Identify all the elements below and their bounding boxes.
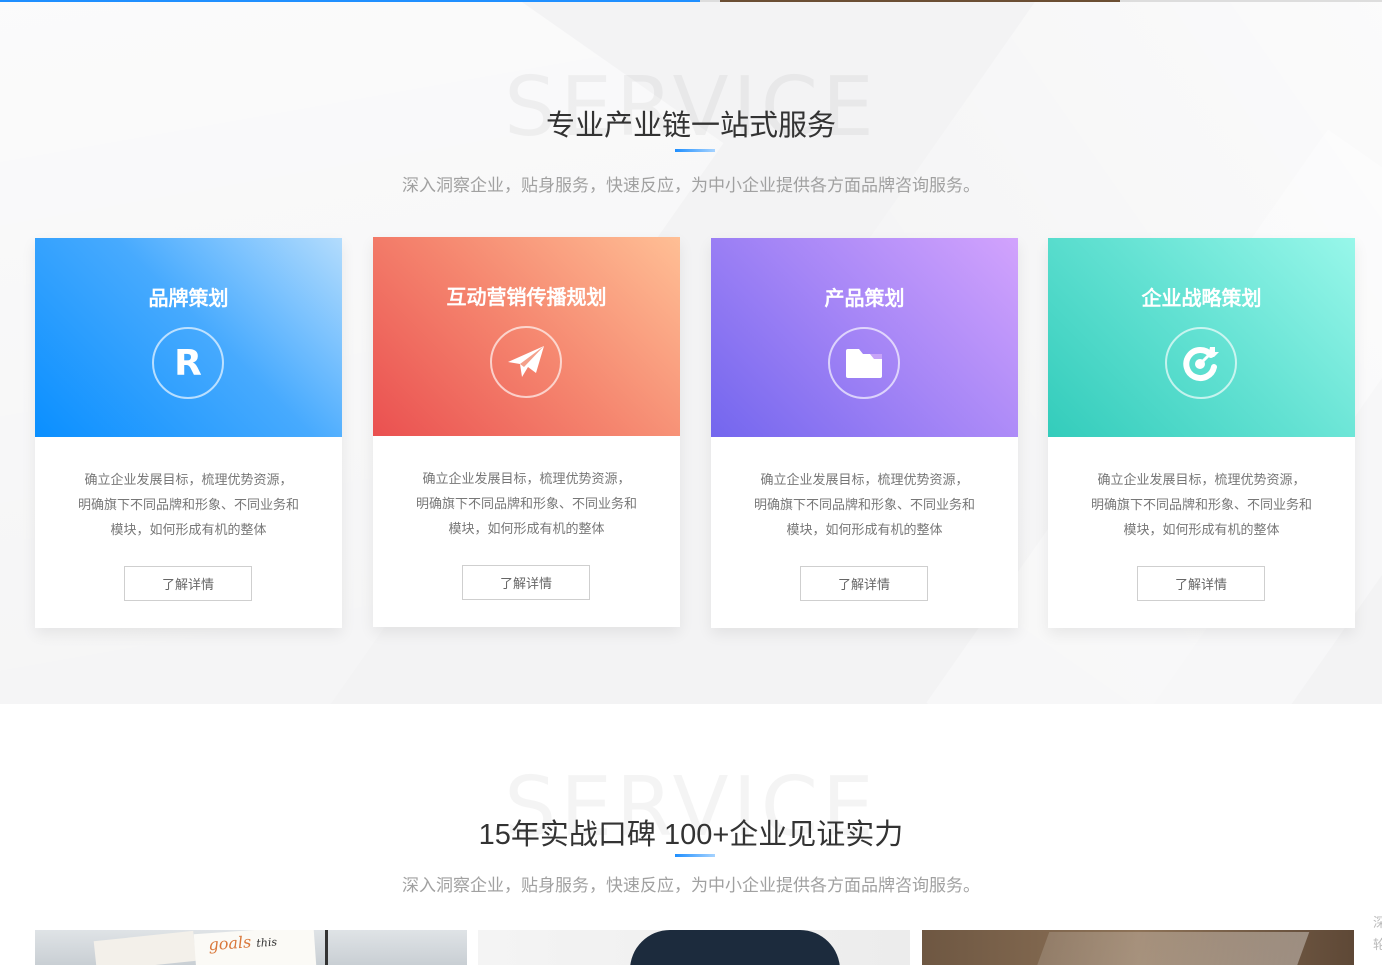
- card-header: 企业战略策划: [1048, 238, 1355, 437]
- service-section: SERVICE 专业产业链一站式服务 深入洞察企业，贴身服务，快速反应，为中小企…: [0, 2, 1382, 704]
- card-header: 互动营销传播规划: [373, 237, 680, 436]
- details-button[interactable]: 了解详情: [124, 566, 252, 601]
- photo-notebook: [93, 930, 197, 965]
- desc-line: 模块，如何形成有机的整体: [786, 522, 943, 537]
- photo-desk-item: [1034, 932, 1310, 965]
- paper-plane-glyph: [508, 346, 544, 377]
- card-description: 确立企业发展目标，梳理优势资源， 明确旗下不同品牌和形象、不同业务和 模块，如何…: [60, 467, 317, 542]
- card-title: 企业战略策划: [1141, 288, 1262, 310]
- desc-line: 明确旗下不同品牌和形象、不同业务和: [77, 497, 299, 512]
- service-card-marketing: 互动营销传播规划 确立企业发展目标，梳理优势资源， 明确旗下不同品牌和形象、不同…: [373, 237, 680, 627]
- photo-pen: [325, 930, 328, 965]
- desc-line: 明确旗下不同品牌和形象、不同业务和: [415, 496, 637, 511]
- target-glyph: [1183, 347, 1219, 382]
- case-photo-person[interactable]: [478, 930, 910, 965]
- case-photo-goals[interactable]: goals this: [35, 930, 467, 965]
- card-header: 品牌策划 R: [35, 238, 342, 437]
- desc-line: 明确旗下不同品牌和形象、不同业务和: [1090, 497, 1312, 512]
- title-underline: [675, 149, 715, 152]
- details-button[interactable]: 了解详情: [800, 566, 928, 601]
- service-card-strategy: 企业战略策划 确立企业发展目标，梳理优势资源， 明确旗下不同品牌和形象、不同业务…: [1048, 238, 1355, 628]
- desc-line: 模块，如何形成有机的整体: [1123, 522, 1280, 537]
- details-button[interactable]: 了解详情: [462, 565, 590, 600]
- photo-paper: goals this: [193, 930, 317, 965]
- section-subtitle: 深入洞察企业，贴身服务，快速反应，为中小企业提供各方面品牌咨询服务。: [402, 876, 980, 895]
- target-icon: [1165, 327, 1237, 399]
- desc-line: 模块，如何形成有机的整体: [448, 521, 605, 536]
- side-floating-text: 深 轮: [1373, 915, 1382, 952]
- card-title: 互动营销传播规划: [446, 287, 607, 309]
- service-card-product: 产品策划 确立企业发展目标，梳理优势资源， 明确旗下不同品牌和形象、不同业务和 …: [711, 238, 1018, 628]
- card-title: 产品策划: [824, 288, 905, 310]
- r-letter-icon: R: [152, 327, 224, 399]
- folder-icon: [828, 327, 900, 399]
- photo-person-shirt: [630, 930, 840, 965]
- section-subtitle: 深入洞察企业，贴身服务，快速反应，为中小企业提供各方面品牌咨询服务。: [402, 176, 980, 195]
- case-photo-desk[interactable]: [922, 930, 1354, 965]
- desc-line: 确立企业发展目标，梳理优势资源，: [422, 471, 631, 486]
- card-description: 确立企业发展目标，梳理优势资源， 明确旗下不同品牌和形象、不同业务和 模块，如何…: [1073, 467, 1330, 542]
- card-title: 品牌策划: [148, 288, 229, 310]
- photo-goals-text: goals: [207, 932, 252, 955]
- desc-line: 明确旗下不同品牌和形象、不同业务和: [753, 497, 975, 512]
- title-underline: [675, 854, 715, 857]
- photo-this-text: this: [255, 935, 278, 950]
- card-description: 确立企业发展目标，梳理优势资源， 明确旗下不同品牌和形象、不同业务和 模块，如何…: [398, 466, 655, 541]
- desc-line: 确立企业发展目标，梳理优势资源，: [1097, 472, 1306, 487]
- card-header: 产品策划: [711, 238, 1018, 437]
- card-description: 确立企业发展目标，梳理优势资源， 明确旗下不同品牌和形象、不同业务和 模块，如何…: [736, 467, 993, 542]
- section-title: 专业产业链一站式服务: [545, 110, 836, 142]
- folder-glyph: [846, 349, 882, 378]
- service-card-brand: 品牌策划 R 确立企业发展目标，梳理优势资源， 明确旗下不同品牌和形象、不同业务…: [35, 238, 342, 628]
- desc-line: 确立企业发展目标，梳理优势资源，: [760, 472, 969, 487]
- desc-line: 确立企业发展目标，梳理优势资源，: [84, 472, 293, 487]
- paper-plane-icon: [490, 326, 562, 398]
- details-button[interactable]: 了解详情: [1137, 566, 1265, 601]
- section-title: 15年实战口碑 100+企业见证实力: [478, 819, 904, 851]
- desc-line: 模块，如何形成有机的整体: [110, 522, 267, 537]
- r-letter-glyph: R: [174, 342, 202, 384]
